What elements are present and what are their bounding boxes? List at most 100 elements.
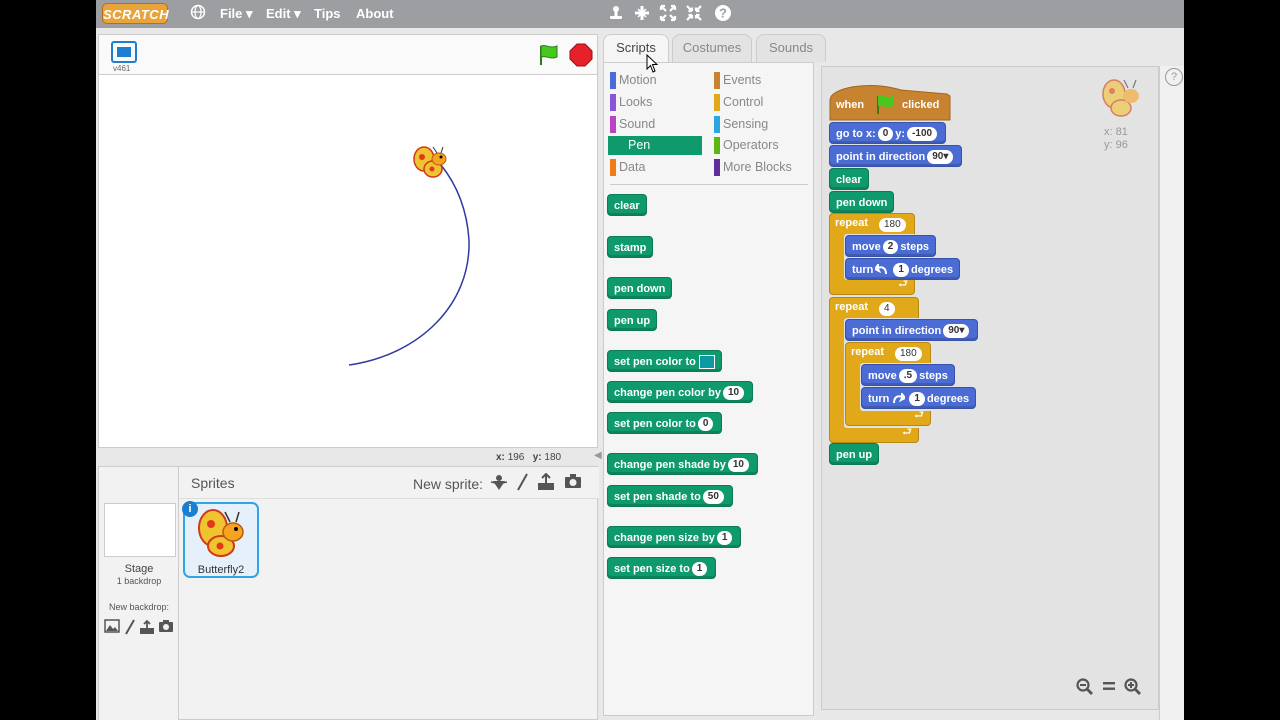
sprite-position: x: 81 y: 96: [1104, 126, 1128, 152]
block-move-steps-2[interactable]: move .5 steps: [861, 364, 955, 386]
category-events[interactable]: Events: [712, 71, 806, 90]
grow-icon[interactable]: [658, 4, 678, 24]
green-flag-button[interactable]: [537, 43, 561, 67]
color-swatch[interactable]: [698, 355, 715, 370]
block-pen-up-script[interactable]: pen up: [829, 443, 880, 465]
upload-sprite-icon[interactable]: [536, 472, 556, 493]
block-point-in-direction-2[interactable]: point in direction 90▾: [845, 319, 979, 341]
x-slot[interactable]: 0: [877, 127, 894, 142]
block-go-to-xy[interactable]: go to x: 0 y: -100: [829, 122, 947, 144]
stage-thumbnail[interactable]: [104, 503, 176, 557]
block-set-pen-color-swatch[interactable]: set pen color to: [607, 350, 722, 372]
shrink-icon[interactable]: [684, 4, 704, 24]
camera-sprite-icon[interactable]: [563, 473, 583, 493]
block-palette: Motion Events Looks Control Sound Sensin…: [603, 62, 814, 716]
sprite-x-label: x:: [1104, 126, 1113, 138]
stop-button[interactable]: [569, 43, 593, 67]
sprite-thumbnail[interactable]: i Butterfly2: [182, 501, 259, 578]
turn-left-icon: [875, 264, 888, 275]
tab-sounds[interactable]: Sounds: [756, 34, 826, 62]
stage-label: Stage: [124, 563, 154, 575]
duplicate-icon[interactable]: [606, 4, 626, 24]
butterfly-thumbnail-icon: [195, 506, 249, 567]
block-point-in-direction[interactable]: point in direction 90▾: [829, 145, 963, 167]
help-icon[interactable]: ?: [713, 4, 733, 24]
file-menu[interactable]: File ▾: [220, 6, 253, 22]
block-clear-script[interactable]: clear: [829, 168, 869, 190]
block-turn-left[interactable]: turn 1 degrees: [845, 258, 961, 280]
new-sprite-label: New sprite:: [413, 476, 484, 492]
category-operators[interactable]: Operators: [712, 136, 806, 155]
camera-backdrop-icon[interactable]: [157, 619, 175, 637]
direction-slot[interactable]: 90▾: [943, 324, 970, 339]
category-divider: [610, 184, 808, 185]
zoom-in-icon[interactable]: [1123, 678, 1143, 698]
block-set-pen-shade-to[interactable]: set pen shade to 50: [607, 485, 733, 507]
zoom-out-icon[interactable]: [1075, 678, 1095, 698]
scripts-scrollbar[interactable]: [1159, 66, 1184, 720]
value-slot[interactable]: 50: [702, 490, 724, 505]
block-set-pen-color-to[interactable]: set pen color to 0: [607, 412, 723, 434]
value-slot[interactable]: 1: [691, 562, 708, 577]
block-set-pen-size-to[interactable]: set pen size to 1: [607, 557, 717, 579]
block-stamp[interactable]: stamp: [607, 236, 654, 258]
menu-bar: SCRATCH File ▾ Edit ▾ Tips About ?: [96, 0, 1184, 28]
edit-menu[interactable]: Edit ▾: [266, 6, 301, 22]
block-pen-down[interactable]: pen down: [607, 277, 673, 299]
tips-menu[interactable]: Tips: [314, 6, 341, 21]
hat-block-when-flag-clicked[interactable]: when clicked: [829, 82, 951, 127]
y-slot[interactable]: -100: [907, 127, 938, 142]
steps-slot[interactable]: .5: [898, 369, 918, 384]
category-looks[interactable]: Looks: [608, 93, 702, 112]
block-clear[interactable]: clear: [607, 194, 647, 216]
mouse-coordinates: x: 196 y: 180: [496, 452, 561, 463]
value-slot[interactable]: 1: [716, 531, 733, 546]
category-pen[interactable]: Pen: [608, 136, 702, 155]
sprite-y: 96: [1115, 139, 1128, 151]
sprites-title: Sprites: [191, 475, 235, 491]
block-turn-right[interactable]: turn 1 degrees: [861, 387, 977, 409]
steps-slot[interactable]: 2: [882, 240, 899, 255]
repeat-count-slot[interactable]: 180: [879, 218, 906, 232]
backdrop-library-icon[interactable]: [103, 619, 121, 637]
scratch-logo[interactable]: SCRATCH: [102, 3, 169, 24]
block-change-pen-color-by[interactable]: change pen color by 10: [607, 381, 754, 403]
version-label: v461: [113, 64, 131, 73]
block-help-button[interactable]: ?: [1165, 68, 1183, 86]
upload-backdrop-icon[interactable]: [138, 619, 156, 637]
block-change-pen-size-by[interactable]: change pen size by 1: [607, 526, 742, 548]
category-more-blocks[interactable]: More Blocks: [712, 158, 806, 177]
value-slot[interactable]: 0: [697, 417, 714, 432]
category-control[interactable]: Control: [712, 93, 806, 112]
sprite-library-icon[interactable]: [489, 473, 509, 493]
category-data[interactable]: Data: [608, 158, 702, 177]
presentation-mode-button[interactable]: [111, 41, 137, 63]
globe-icon[interactable]: [188, 4, 208, 24]
value-slot[interactable]: 10: [722, 386, 745, 401]
repeat-count-slot[interactable]: 4: [879, 302, 895, 316]
new-backdrop-label: New backdrop:: [108, 602, 170, 612]
paint-backdrop-icon[interactable]: [121, 619, 139, 637]
sprite-y-label: y:: [1104, 139, 1113, 151]
block-pen-down-script[interactable]: pen down: [829, 191, 895, 213]
direction-slot[interactable]: 90▾: [927, 150, 954, 165]
degrees-slot[interactable]: 1: [909, 392, 925, 407]
butterfly-sprite[interactable]: [411, 145, 451, 186]
repeat-count-slot[interactable]: 180: [895, 347, 922, 361]
stage-canvas[interactable]: [98, 74, 598, 448]
zoom-reset-icon[interactable]: [1099, 678, 1119, 698]
green-flag-icon: [877, 95, 893, 114]
tab-costumes[interactable]: Costumes: [672, 34, 752, 62]
about-menu[interactable]: About: [356, 6, 394, 21]
y-label: y:: [532, 452, 542, 463]
category-sensing[interactable]: Sensing: [712, 115, 806, 134]
block-move-steps[interactable]: move 2 steps: [845, 235, 937, 257]
delete-icon[interactable]: [632, 4, 652, 24]
value-slot[interactable]: 10: [727, 458, 749, 473]
category-sound[interactable]: Sound: [608, 115, 702, 134]
paint-sprite-icon[interactable]: [512, 473, 532, 493]
degrees-slot[interactable]: 1: [893, 263, 909, 278]
backdrop-count: 1 backdrop: [116, 576, 162, 586]
block-change-pen-shade-by[interactable]: change pen shade by 10: [607, 453, 758, 475]
block-pen-up[interactable]: pen up: [607, 309, 658, 331]
